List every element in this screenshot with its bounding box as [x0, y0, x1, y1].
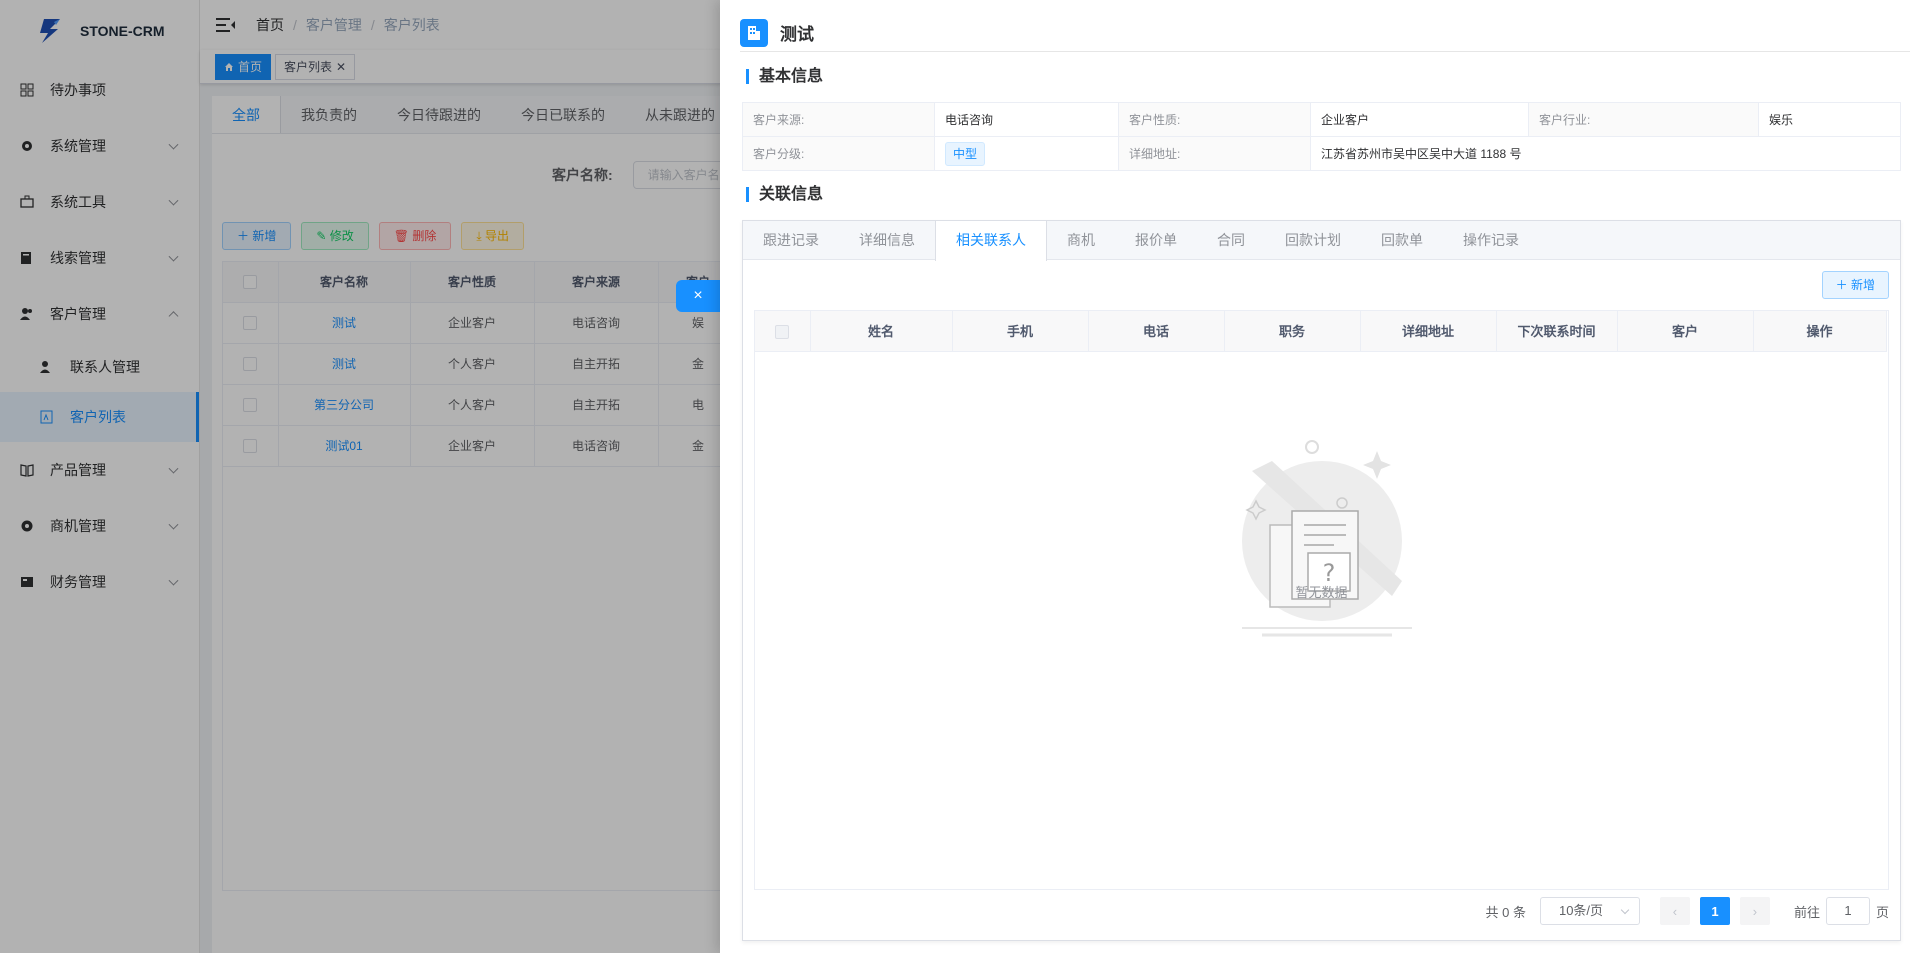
basic-info-table: 客户来源: 电话咨询 客户性质: 企业客户 客户行业: 娱乐 客户分级: 中型 … — [742, 102, 1901, 171]
level-tag: 中型 — [945, 141, 986, 166]
column-header: 详细地址 — [1360, 311, 1497, 352]
next-page-button[interactable]: › — [1739, 897, 1770, 925]
page-size-select[interactable]: 10条/页 — [1539, 897, 1640, 925]
related-info-title: 关联信息 — [746, 187, 823, 203]
level-cell: 中型 — [934, 136, 1119, 171]
related-tab-2[interactable]: 相关联系人 — [935, 221, 1047, 261]
industry-label: 客户行业: — [1528, 102, 1759, 137]
drawer-title: 测试 — [780, 25, 814, 44]
column-header: 姓名 — [810, 311, 953, 352]
prev-page-button[interactable]: ‹ — [1659, 897, 1690, 925]
contacts-table: 姓名 手机 电话 职务 详细地址 下次联系时间 客户 操作 ? 暂无数据 — [754, 310, 1889, 890]
industry-value: 娱乐 — [1758, 102, 1901, 137]
drawer-close-button[interactable]: × — [676, 280, 720, 312]
related-tabs-card: 跟进记录 详细信息 相关联系人 商机 报价单 合同 回款计划 回款单 操作记录 ＋ 新增 姓名手… — [742, 220, 1901, 941]
related-tab-3[interactable]: 商机 — [1047, 221, 1115, 259]
level-label: 客户分级: — [742, 136, 935, 171]
building-icon — [740, 18, 768, 47]
column-header: 操作 — [1753, 311, 1887, 352]
empty-illustration: ? — [755, 421, 1888, 664]
related-tab-4[interactable]: 报价单 — [1115, 221, 1197, 259]
page-unit: 页 — [1875, 904, 1889, 920]
contacts-header-row: 姓名 手机 电话 职务 详细地址 下次联系时间 客户 操作 — [755, 311, 1887, 352]
app-root: STONE-CRM 待办事项 系统管理 系统工具 线索管理 客户管理 联系人管理 客户列表产… — [0, 0, 1920, 953]
related-tab-1[interactable]: 详细信息 — [839, 221, 935, 259]
goto-page-input[interactable]: 1 — [1825, 897, 1870, 925]
related-tab-6[interactable]: 回款计划 — [1265, 221, 1361, 259]
drawer-header: 测试 — [740, 14, 1910, 52]
pagination: 共 0 条 10条/页 ‹ 1 › 前往 1 页 — [1485, 897, 1889, 925]
page-number-current[interactable]: 1 — [1699, 897, 1730, 925]
select-all-cell[interactable] — [755, 311, 811, 352]
related-tab-0[interactable]: 跟进记录 — [743, 221, 839, 259]
source-value: 电话咨询 — [934, 102, 1119, 137]
empty-text: 暂无数据 — [1295, 585, 1348, 600]
related-tab-8[interactable]: 操作记录 — [1443, 221, 1539, 259]
nature-label: 客户性质: — [1118, 102, 1311, 137]
basic-info-title: 基本信息 — [746, 69, 823, 85]
add-contact-button[interactable]: ＋ 新增 — [1821, 271, 1889, 299]
pager-total: 共 0 条 — [1485, 904, 1526, 920]
column-header: 职务 — [1224, 311, 1361, 352]
column-header: 手机 — [952, 311, 1089, 352]
related-tabs: 跟进记录 详细信息 相关联系人 商机 报价单 合同 回款计划 回款单 操作记录 — [743, 221, 1900, 261]
address-label: 详细地址: — [1118, 136, 1311, 171]
address-value: 江苏省苏州市吴中区吴中大道 1188 号 — [1310, 136, 1901, 171]
checkbox[interactable] — [775, 324, 790, 339]
empty-data-icon: ? — [1241, 440, 1412, 637]
column-header: 电话 — [1088, 311, 1225, 352]
source-label: 客户来源: — [742, 102, 935, 137]
related-tab-7[interactable]: 回款单 — [1361, 221, 1443, 259]
column-header: 客户 — [1617, 311, 1754, 352]
customer-detail-drawer: 测试 基本信息 客户来源: 电话咨询 客户性质: 企业客户 客户行业: 娱乐 客… — [720, 0, 1920, 953]
add-contact-label: 新增 — [1850, 278, 1875, 292]
column-header: 下次联系时间 — [1496, 311, 1618, 352]
goto-label: 前往 — [1793, 904, 1820, 920]
related-tab-5[interactable]: 合同 — [1197, 221, 1265, 259]
nature-value: 企业客户 — [1310, 102, 1529, 137]
